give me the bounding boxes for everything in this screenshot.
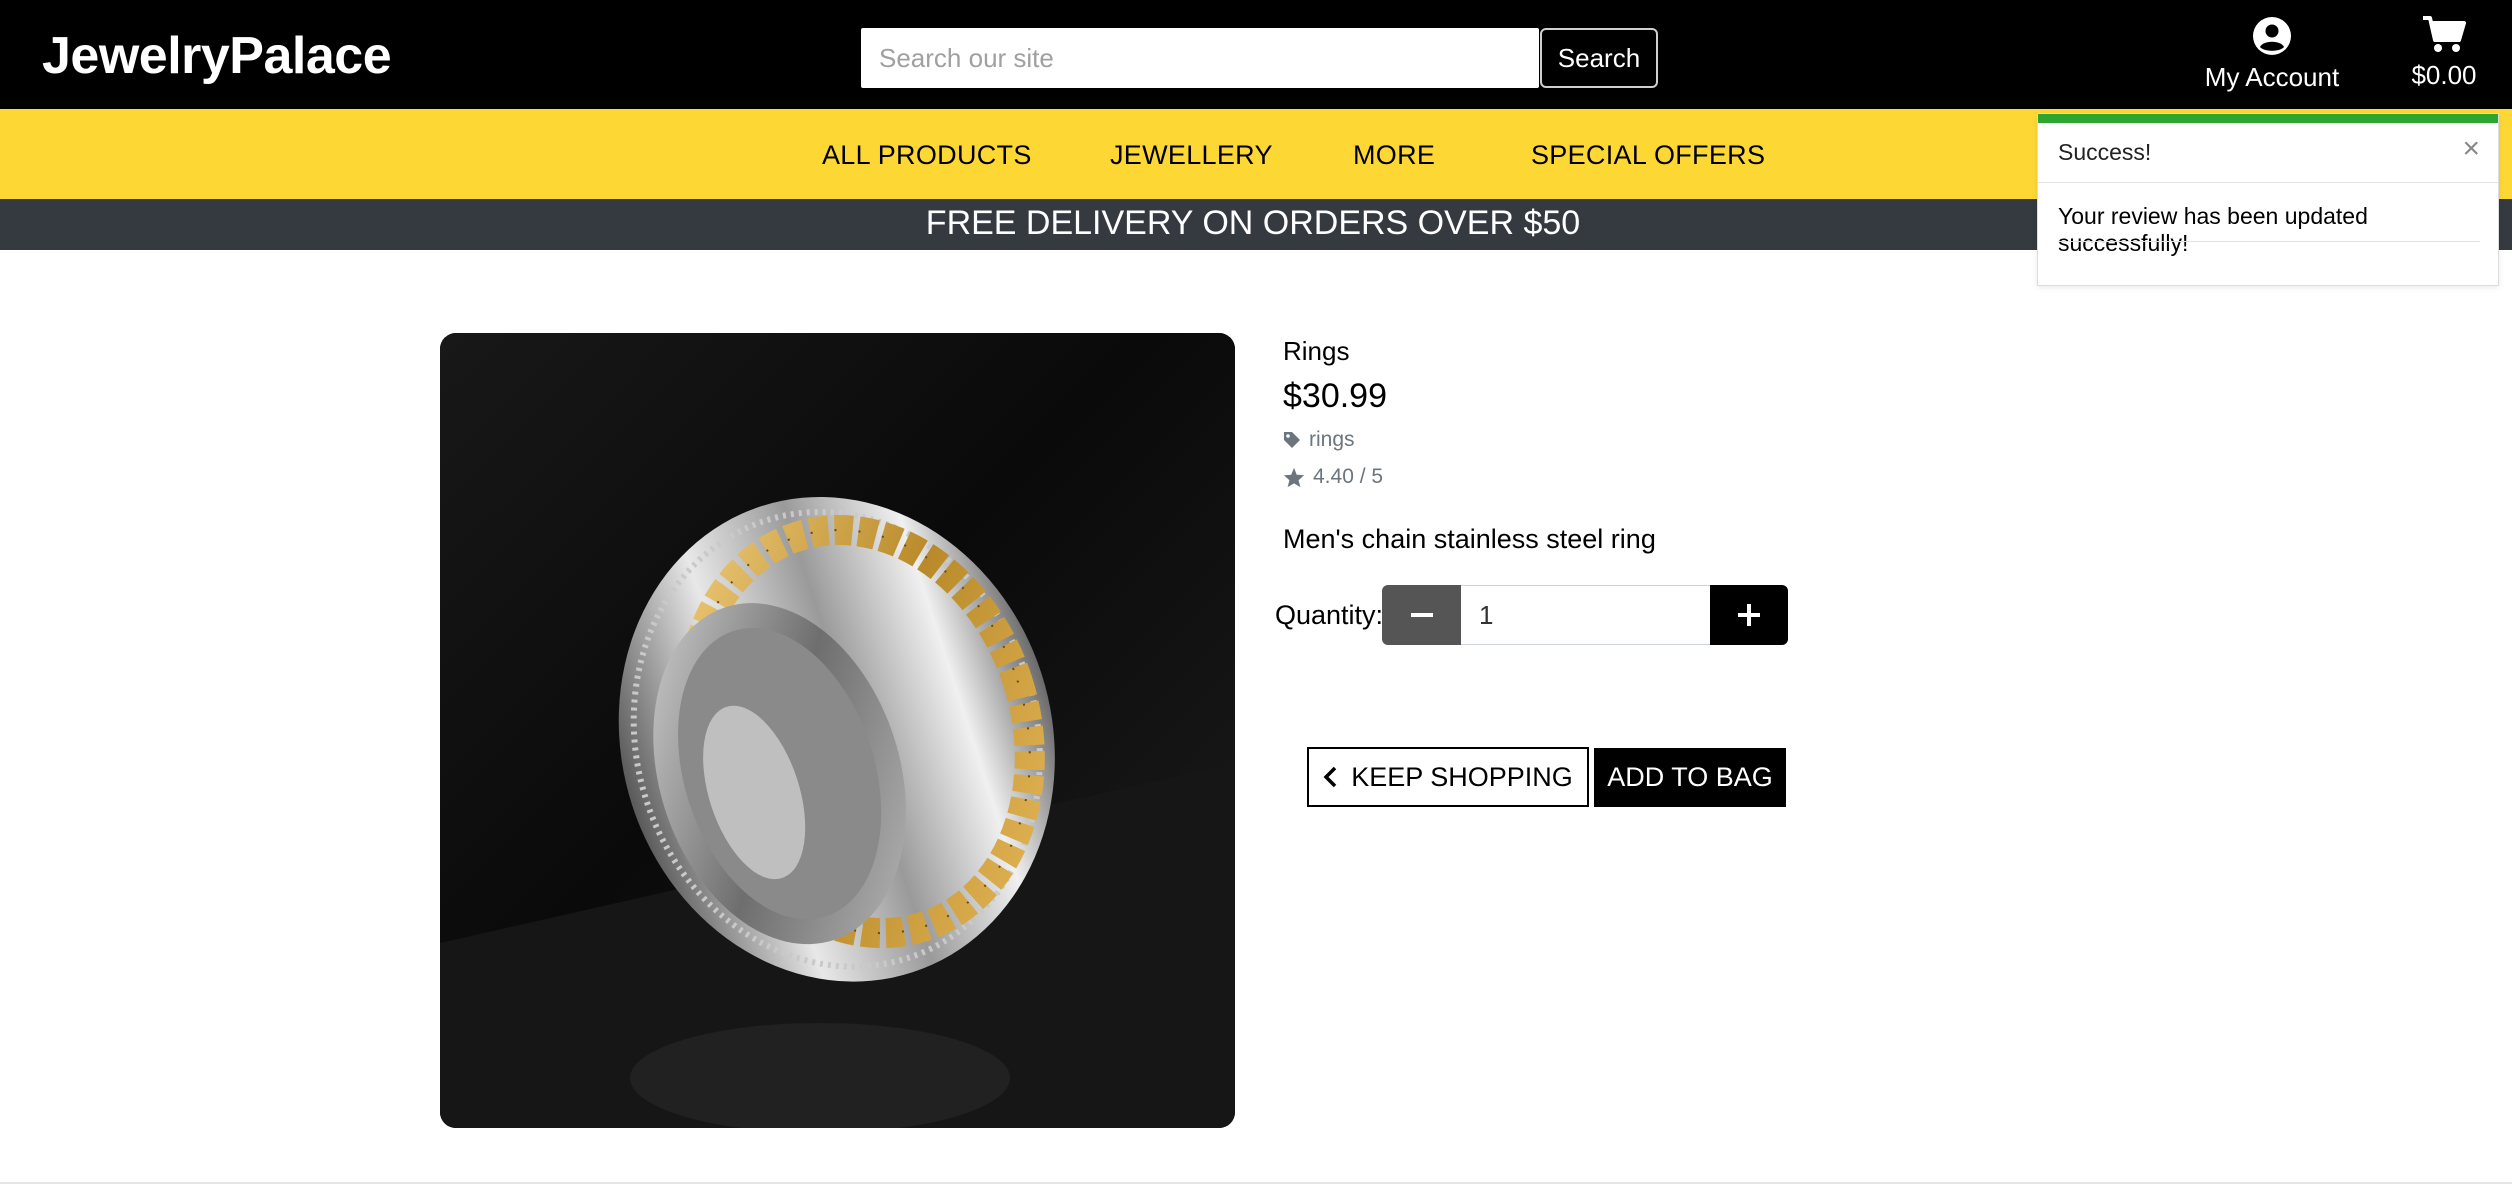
product-rating-value: 4.40 / 5 [1313, 465, 1384, 488]
product-rating: 4.40 / 5 [1283, 465, 1383, 489]
product-tag-label: rings [1309, 428, 1355, 451]
add-to-bag-button[interactable]: ADD TO BAG [1594, 748, 1786, 807]
page-bottom-divider [0, 1182, 2512, 1184]
quantity-label: Quantity: [1275, 600, 1384, 630]
shopping-cart-icon [2423, 16, 2466, 52]
toast-title: Success! [2058, 139, 2152, 165]
toast-divider [2038, 182, 2498, 183]
search-button[interactable]: Search [1540, 28, 1658, 88]
user-circle-icon [2253, 17, 2291, 55]
chevron-left-icon [1323, 766, 1337, 788]
cart-total: $0.00 [2411, 60, 2477, 90]
product-image [440, 333, 1235, 1128]
close-icon[interactable]: × [2462, 134, 2480, 164]
quantity-input[interactable] [1461, 585, 1710, 645]
quantity-increment-button[interactable] [1710, 585, 1788, 645]
plus-icon [1738, 604, 1760, 626]
my-account-link[interactable]: My Account [2200, 16, 2344, 93]
toast-message: Your review has been updated successfull… [2058, 203, 2368, 256]
keep-shopping-label: KEEP SHOPPING [1351, 761, 1573, 792]
star-icon [1283, 467, 1305, 487]
keep-shopping-button[interactable]: KEEP SHOPPING [1307, 747, 1589, 807]
nav-item-jewellery[interactable]: JEWELLERY [1110, 140, 1273, 171]
minus-icon [1410, 613, 1433, 617]
product-price: $30.99 [1283, 377, 1387, 415]
tag-icon [1284, 432, 1300, 448]
my-account-label: My Account [2204, 62, 2340, 92]
nav-item-special-offers[interactable]: SPECIAL OFFERS [1531, 140, 1765, 171]
success-toast: Success! × Your review has been updated … [2037, 113, 2499, 286]
product-category: Rings [1283, 336, 1350, 366]
quantity-decrement-button[interactable] [1382, 585, 1461, 645]
delivery-banner-text: FREE DELIVERY ON ORDERS OVER $50 [925, 204, 1581, 242]
nav-item-all-products[interactable]: ALL PRODUCTS [822, 140, 1032, 171]
product-description: Men's chain stainless steel ring [1283, 524, 1656, 554]
cart-link[interactable]: $0.00 [2396, 14, 2492, 91]
site-header: JewelryPalace Search My Account $0.00 [0, 0, 2512, 109]
site-logo[interactable]: JewelryPalace [42, 26, 392, 86]
nav-item-more[interactable]: MORE [1353, 140, 1435, 171]
ring-photo [440, 333, 1235, 1128]
toast-rule [2058, 241, 2480, 242]
toast-accent-bar [2038, 114, 2498, 123]
search-input[interactable] [861, 28, 1539, 88]
product-tag-link[interactable]: rings [1283, 428, 1355, 452]
